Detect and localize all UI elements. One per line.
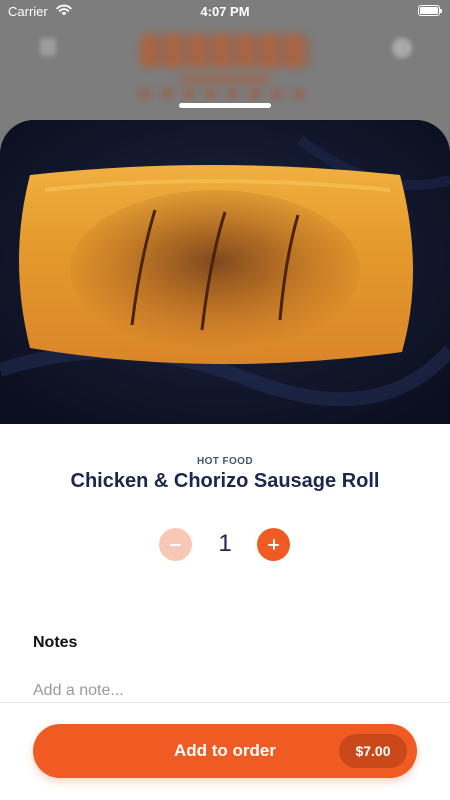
background-logo [140,34,310,104]
decrease-quantity-button[interactable] [159,528,192,561]
price-badge: $7.00 [339,734,407,768]
sheet-grabber-handle[interactable] [179,103,271,108]
notes-input[interactable] [33,680,413,702]
product-title: Chicken & Chorizo Sausage Roll [70,470,380,492]
background-bag-icon [40,38,56,56]
battery-icon [418,5,442,16]
product-detail-sheet: HOT FOOD Chicken & Chorizo Sausage Roll … [0,120,450,800]
minus-icon [170,543,181,546]
product-category: HOT FOOD [197,456,253,467]
footer-divider [0,702,450,703]
increase-quantity-button[interactable] [257,528,290,561]
add-to-order-button[interactable]: Add to order $7.00 [33,724,417,778]
quantity-value: 1 [218,530,232,557]
product-image [0,120,450,424]
status-bar: Carrier 4:07 PM [0,0,450,24]
status-time: 4:07 PM [200,4,250,19]
background-gear-icon [392,38,412,58]
notes-label: Notes [33,634,78,651]
